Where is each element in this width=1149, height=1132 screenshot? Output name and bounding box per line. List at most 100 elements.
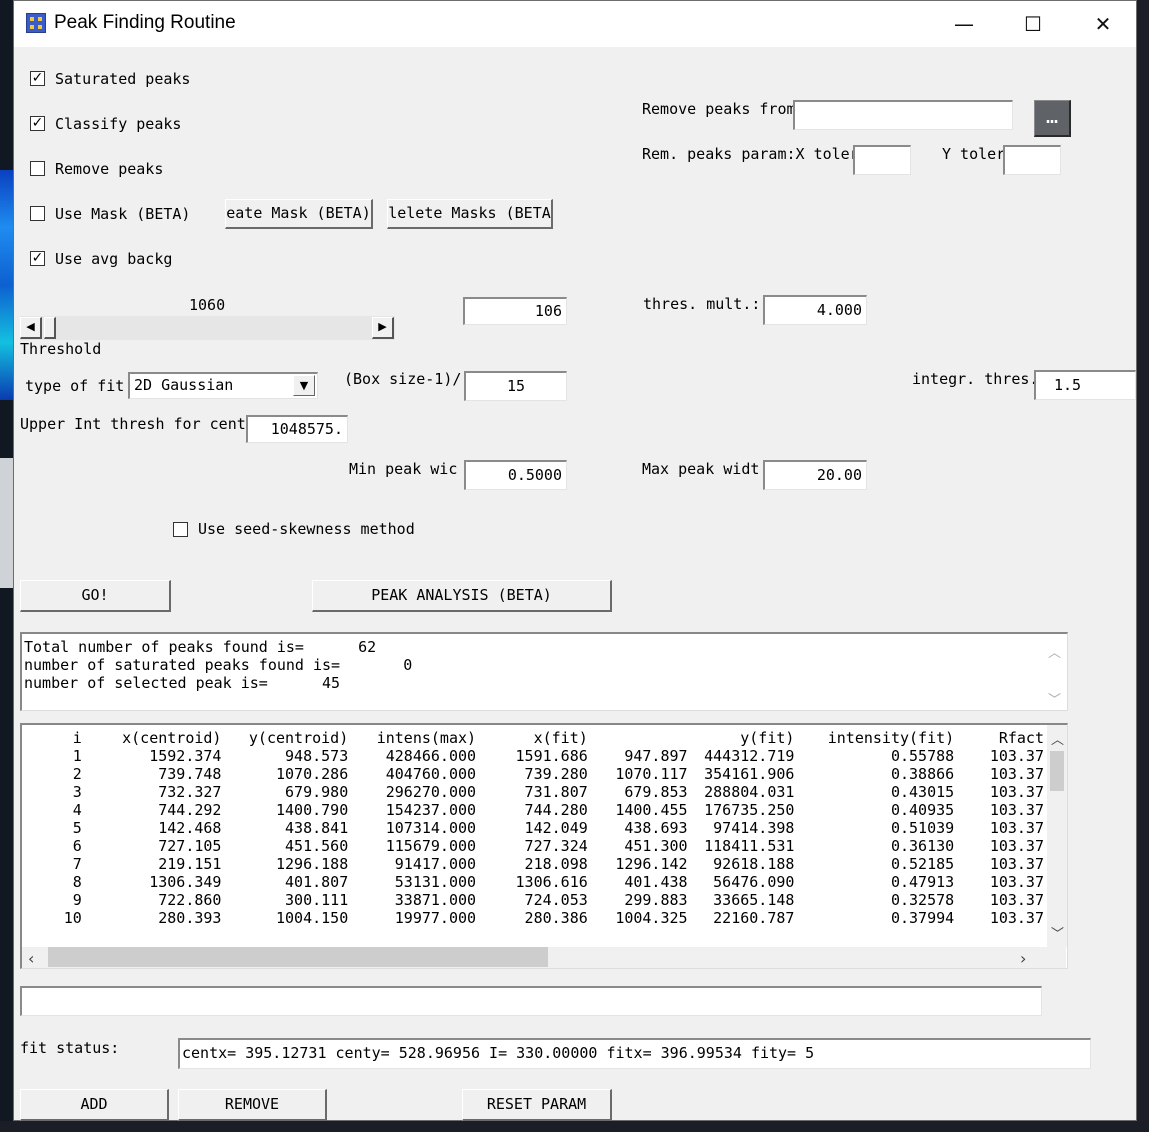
table-cell: 722.860 — [158, 891, 222, 909]
summary-textbox[interactable]: Total number of peaks found is= 62 numbe… — [20, 632, 1068, 711]
table-cell: 300.111 — [285, 891, 349, 909]
max-peak-width-field[interactable]: 20.00 — [763, 460, 867, 490]
seed-skewness-checkbox[interactable] — [173, 522, 188, 537]
scroll-up-icon[interactable]: ︿ — [1051, 729, 1064, 748]
remove-peaks-checkbox[interactable] — [30, 161, 45, 176]
status-field[interactable] — [20, 986, 1042, 1016]
summary-line-2: number of saturated peaks found is= 0 — [24, 656, 413, 674]
table-cell: 92618.188 — [713, 855, 795, 873]
type-of-fit-select[interactable]: 2D Gaussian — [128, 372, 318, 399]
table-cell: 280.386 — [524, 909, 588, 927]
box-size-label: (Box size-1)/ — [344, 370, 462, 388]
table-cell: 451.300 — [624, 837, 688, 855]
slider-right-arrow-icon[interactable]: ▶ — [372, 317, 394, 339]
table-cell: 6 — [72, 837, 82, 855]
table-cell: 2 — [72, 765, 82, 783]
y-toler-field[interactable] — [1003, 145, 1061, 175]
scroll-up-icon[interactable]: ︿ — [1048, 642, 1061, 661]
rem-peaks-param-label: Rem. peaks param:X toler — [642, 145, 859, 163]
threshold-slider-value: 1060 — [189, 296, 226, 314]
upper-int-thresh-field[interactable]: 1048575. — [246, 415, 348, 443]
results-table: i x(centroid) y(centroid) intens(max) x(… — [30, 729, 1044, 927]
table-cell: 727.324 — [524, 837, 588, 855]
chevron-down-icon[interactable]: ▼ — [293, 375, 315, 396]
scroll-down-icon[interactable]: ﹀ — [1051, 923, 1064, 942]
summary-line-3: number of selected peak is= 45 — [24, 674, 341, 692]
table-row: 6 727.105 451.560 115679.000 727.324 451.300 1… — [30, 837, 1044, 855]
horizontal-scroll-thumb[interactable] — [48, 947, 548, 967]
table-cell: 103.37 — [989, 747, 1044, 765]
table-cell: 1004.325 — [615, 909, 688, 927]
slider-left-arrow-icon[interactable]: ◀ — [20, 317, 42, 339]
vertical-scrollbar[interactable]: ︿ ﹀ — [1047, 725, 1067, 947]
go-button[interactable]: GO! — [20, 580, 171, 612]
scroll-left-icon[interactable]: ‹ — [28, 949, 34, 968]
threshold-slider[interactable]: ◀ ▶ — [20, 316, 395, 340]
table-cell: 739.748 — [158, 765, 222, 783]
table-cell: 438.693 — [624, 819, 688, 837]
remove-button[interactable]: REMOVE — [178, 1089, 327, 1121]
thres-mult-label: thres. mult.: — [643, 295, 761, 313]
summary-line-1: Total number of peaks found is= 62 — [24, 638, 377, 656]
table-cell: 744.280 — [524, 801, 588, 819]
scroll-down-icon[interactable]: ﹀ — [1048, 689, 1061, 708]
table-cell: 56476.090 — [713, 873, 795, 891]
box-size-field[interactable]: 15 — [464, 371, 567, 401]
results-table-viewport: i x(centroid) y(centroid) intens(max) x(… — [22, 725, 1044, 947]
threshold-field[interactable]: 106 — [463, 297, 567, 325]
window-title: Peak Finding Routine — [54, 12, 236, 33]
table-cell: 401.438 — [624, 873, 688, 891]
saturated-peaks-checkbox[interactable]: ✓ — [30, 71, 45, 86]
table-cell: 1591.686 — [515, 747, 588, 765]
create-mask-button[interactable]: eate Mask (BETA) — [225, 199, 373, 229]
table-cell: 103.37 — [989, 855, 1044, 873]
table-cell: 103.37 — [989, 801, 1044, 819]
table-cell: 0.40935 — [890, 801, 955, 819]
table-cell: 176735.250 — [704, 801, 795, 819]
integr-thres-field[interactable]: 1.5 — [1034, 370, 1136, 400]
remove-peaks-label: Remove peaks — [55, 160, 164, 178]
x-toler-field[interactable] — [853, 145, 911, 175]
maximize-icon: ☐ — [1024, 12, 1042, 36]
remove-peaks-from-label: Remove peaks from — [642, 100, 796, 118]
results-table-box[interactable]: i x(centroid) y(centroid) intens(max) x(… — [20, 723, 1068, 969]
saturated-peaks-label: Saturated peaks — [55, 70, 191, 88]
desktop-background-image — [0, 170, 14, 400]
thres-mult-field[interactable]: 4.000 — [763, 295, 867, 325]
remove-peaks-from-field[interactable] — [793, 100, 1013, 130]
use-avg-backg-checkbox[interactable]: ✓ — [30, 251, 45, 266]
vertical-scroll-thumb[interactable] — [1050, 751, 1064, 791]
slider-thumb[interactable] — [44, 317, 56, 339]
table-cell: 296270.000 — [385, 783, 477, 801]
table-cell: 1400.455 — [615, 801, 688, 819]
browse-button[interactable]: … — [1034, 100, 1071, 137]
add-button[interactable]: ADD — [20, 1089, 169, 1121]
delete-masks-button[interactable]: lelete Masks (BETA — [387, 199, 553, 229]
seed-skewness-label: Use seed-skewness method — [198, 520, 415, 538]
scroll-right-icon[interactable]: › — [1020, 949, 1026, 968]
fit-status-field[interactable]: centx= 395.12731 centy= 528.96956 I= 330… — [178, 1038, 1091, 1069]
table-cell: 280.393 — [158, 909, 222, 927]
table-cell: 103.37 — [989, 891, 1044, 909]
classify-peaks-checkbox[interactable]: ✓ — [30, 116, 45, 131]
min-peak-width-field[interactable]: 0.5000 — [464, 460, 567, 490]
table-cell: 115679.000 — [385, 837, 477, 855]
table-cell: 947.897 — [624, 747, 688, 765]
use-mask-checkbox[interactable] — [30, 206, 45, 221]
title-bar[interactable]: Peak Finding Routine — ☐ ✕ — [14, 1, 1136, 47]
maximize-button[interactable]: ☐ — [998, 1, 1068, 47]
table-cell: 10 — [63, 909, 82, 927]
background-window-fragment — [0, 458, 14, 588]
table-cell: 53131.000 — [394, 873, 477, 891]
table-row: 8 1306.349 401.807 53131.000 1306.616 401.438… — [30, 873, 1044, 891]
horizontal-scrollbar[interactable]: ‹ › — [22, 947, 1066, 968]
table-cell: 1400.790 — [276, 801, 349, 819]
peak-analysis-button[interactable]: PEAK ANALYSIS (BETA) — [312, 580, 612, 612]
table-cell: 438.841 — [285, 819, 349, 837]
reset-param-button[interactable]: RESET PARAM — [462, 1089, 612, 1121]
table-cell: 1070.286 — [276, 765, 349, 783]
table-cell: 679.853 — [624, 783, 688, 801]
table-header-cell: intens(max) — [376, 729, 477, 747]
close-button[interactable]: ✕ — [1068, 1, 1138, 47]
minimize-button[interactable]: — — [929, 1, 999, 47]
